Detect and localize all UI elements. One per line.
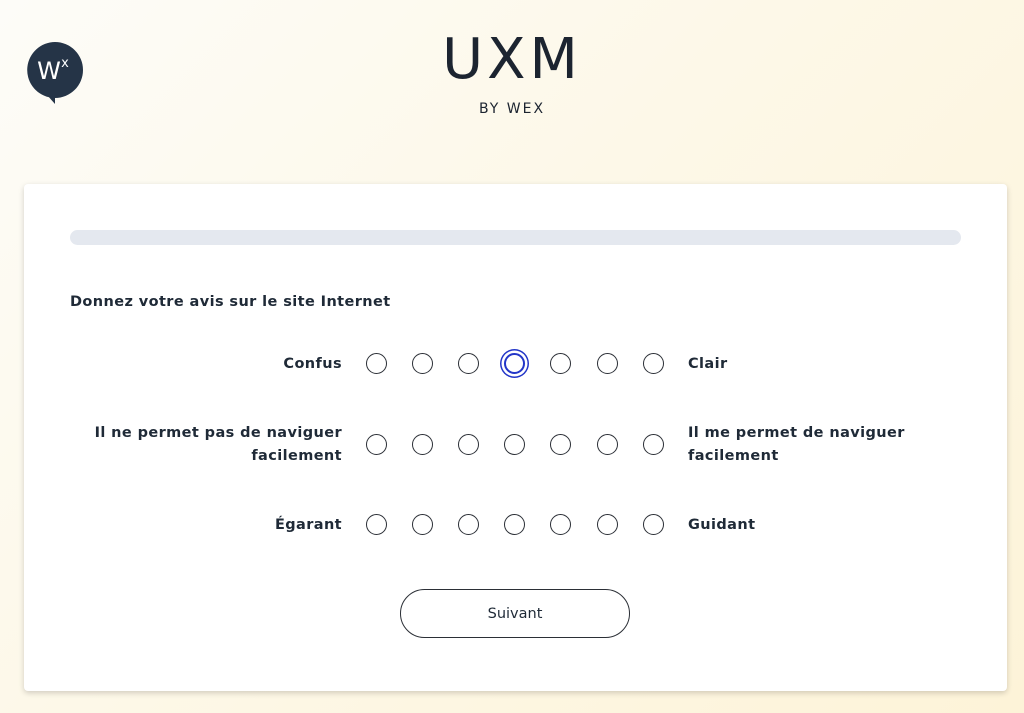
- brand-header: UXM BY WEX: [0, 27, 1024, 118]
- scale-radio-4[interactable]: [504, 353, 526, 374]
- scale-radio-6[interactable]: [596, 514, 618, 535]
- scale-label-right: Clair: [688, 356, 728, 372]
- scale-radio-7[interactable]: [642, 434, 664, 455]
- scale-radio-5[interactable]: [550, 434, 572, 455]
- scale-radio-4[interactable]: [504, 514, 526, 535]
- scale-radio-1[interactable]: [366, 514, 387, 535]
- scale-row-guidance: Égarant Guidant: [24, 503, 1007, 563]
- scale-radio-3[interactable]: [458, 434, 480, 455]
- scale-label-left: Confus: [283, 356, 342, 372]
- scale-label-left: Égarant: [274, 517, 342, 533]
- scale-radio-1[interactable]: [366, 434, 387, 455]
- scale-label-right: Guidant: [688, 517, 756, 533]
- scale-radio-2[interactable]: [412, 434, 434, 455]
- scale-radio-2[interactable]: [412, 353, 434, 374]
- scale-radio-6[interactable]: [596, 434, 618, 455]
- question-text: Donnez votre avis sur le site Internet: [70, 294, 391, 310]
- scale-row-clarity: Confus Clair: [24, 342, 1007, 402]
- brand-subtitle: BY WEX: [478, 101, 546, 117]
- scale-radio-3[interactable]: [458, 353, 480, 374]
- scale-radio-6[interactable]: [596, 353, 618, 374]
- progress-bar: [70, 230, 961, 245]
- scale-row-navigation: Il ne permet pas de naviguer facilement …: [24, 422, 1007, 482]
- scale-radio-7[interactable]: [642, 514, 664, 535]
- brand-title: UXM: [442, 27, 582, 92]
- scale-radio-2[interactable]: [412, 514, 434, 535]
- next-button[interactable]: Suivant: [400, 589, 630, 638]
- scale-radio-5[interactable]: [550, 353, 572, 374]
- scale-label-left: Il ne permet pas de naviguer facilement: [94, 425, 342, 464]
- scale-radio-5[interactable]: [550, 514, 572, 535]
- scale-radio-1[interactable]: [366, 353, 387, 374]
- scale-radio-7[interactable]: [642, 353, 664, 374]
- scale-radio-3[interactable]: [458, 514, 480, 535]
- scale-label-right: Il me permet de naviguer facilement: [688, 425, 905, 464]
- survey-card: Donnez votre avis sur le site Internet C…: [24, 184, 1007, 691]
- scale-radio-4[interactable]: [504, 434, 526, 455]
